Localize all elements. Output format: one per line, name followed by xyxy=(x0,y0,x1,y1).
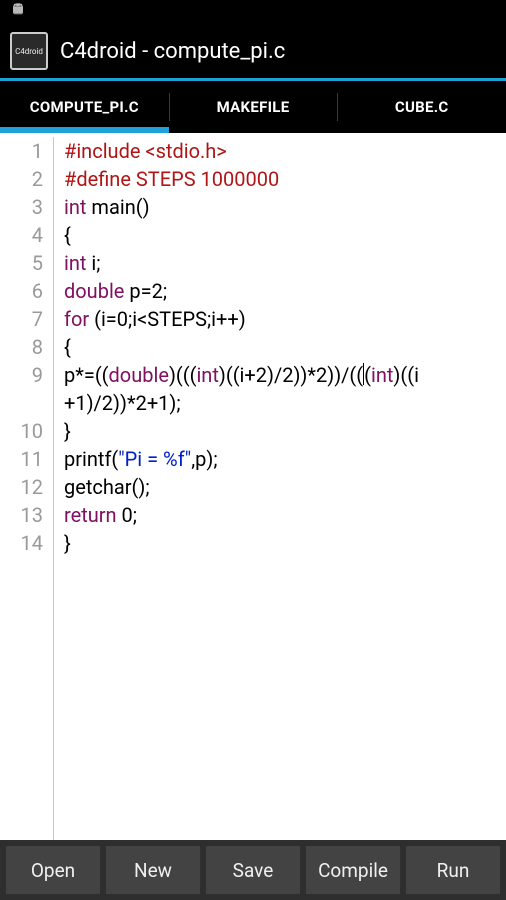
code-line[interactable]: { xyxy=(64,221,506,249)
line-number: 7 xyxy=(0,305,43,333)
line-number-gutter: 123456789 1011121314 xyxy=(0,137,54,840)
line-number: 2 xyxy=(0,165,43,193)
code-token: i; xyxy=(86,251,100,275)
save-button[interactable]: Save xyxy=(206,846,300,894)
line-number: 6 xyxy=(0,277,43,305)
code-token: p=2; xyxy=(124,279,167,303)
code-line[interactable]: #include <stdio.h> xyxy=(64,137,506,165)
code-token: ,p); xyxy=(191,447,217,471)
string-token: "Pi = %f" xyxy=(118,447,191,471)
code-token: getchar(); xyxy=(64,475,150,499)
keyword-token: double xyxy=(109,363,169,387)
code-line[interactable]: p*=((double)(((int)((i+2)/2))*2))/(((int… xyxy=(64,361,506,389)
app-icon: C4droid xyxy=(10,32,48,70)
keyword-token: for xyxy=(64,307,89,331)
code-line[interactable]: int main() xyxy=(64,193,506,221)
line-number: 11 xyxy=(0,445,43,473)
code-editor[interactable]: 123456789 1011121314 #include <stdio.h>#… xyxy=(0,133,506,840)
keyword-token: double xyxy=(64,279,124,303)
keyword-token: int xyxy=(64,251,86,275)
code-line[interactable]: getchar(); xyxy=(64,473,506,501)
code-token: printf( xyxy=(64,447,118,471)
code-token: )((( xyxy=(169,363,197,387)
keyword-token: return xyxy=(64,503,117,527)
line-number: 8 xyxy=(0,333,43,361)
line-number: 1 xyxy=(0,137,43,165)
code-token: 0; xyxy=(117,503,137,527)
code-token: ( xyxy=(364,363,371,387)
keyword-token: int xyxy=(371,363,393,387)
title-bar: C4droid C4droid - compute_pi.c xyxy=(0,24,506,78)
code-token: { xyxy=(64,223,71,247)
tab-bar: COMPUTE_PI.CMAKEFILECUBE.C xyxy=(0,81,506,133)
code-line[interactable]: #define STEPS 1000000 xyxy=(64,165,506,193)
code-token: (i=0;i<STEPS;i++) xyxy=(89,307,246,331)
code-line[interactable]: } xyxy=(64,529,506,557)
code-line[interactable]: printf("Pi = %f",p); xyxy=(64,445,506,473)
line-number: 3 xyxy=(0,193,43,221)
code-line[interactable]: } xyxy=(64,417,506,445)
line-number: 10 xyxy=(0,417,43,445)
line-number xyxy=(0,389,43,417)
code-token: )((i xyxy=(393,363,419,387)
code-token: )((i+2)/2))*2))/(( xyxy=(219,363,363,387)
keyword-token: int xyxy=(64,195,86,219)
preproc-token: #include <stdio.h> xyxy=(64,139,227,163)
keyword-token: int xyxy=(196,363,218,387)
preproc-token: #define STEPS 1000000 xyxy=(64,167,279,191)
bottom-toolbar: OpenNewSaveCompileRun xyxy=(0,840,506,900)
code-area[interactable]: #include <stdio.h>#define STEPS 1000000i… xyxy=(54,137,506,840)
code-token: } xyxy=(64,419,71,443)
tab-compute-pi-c[interactable]: COMPUTE_PI.C xyxy=(0,81,169,133)
code-line[interactable]: for (i=0;i<STEPS;i++) xyxy=(64,305,506,333)
line-number: 4 xyxy=(0,221,43,249)
line-number: 9 xyxy=(0,361,43,389)
line-number: 12 xyxy=(0,473,43,501)
line-number: 5 xyxy=(0,249,43,277)
code-token: p*=(( xyxy=(64,363,109,387)
tab-makefile[interactable]: MAKEFILE xyxy=(169,81,338,133)
code-line[interactable]: double p=2; xyxy=(64,277,506,305)
code-token: { xyxy=(64,335,71,359)
code-token: main() xyxy=(86,195,149,219)
code-token: } xyxy=(64,531,71,555)
run-button[interactable]: Run xyxy=(406,846,500,894)
app-title: C4droid - compute_pi.c xyxy=(60,39,285,64)
code-token: +1)/2))*2+1); xyxy=(64,391,181,415)
code-line[interactable]: return 0; xyxy=(64,501,506,529)
line-number: 13 xyxy=(0,501,43,529)
new-button[interactable]: New xyxy=(106,846,200,894)
line-number: 14 xyxy=(0,529,43,557)
open-button[interactable]: Open xyxy=(6,846,100,894)
android-icon xyxy=(8,1,28,23)
app-icon-label: C4droid xyxy=(15,47,43,56)
status-bar xyxy=(0,0,506,24)
compile-button[interactable]: Compile xyxy=(306,846,400,894)
code-line[interactable]: int i; xyxy=(64,249,506,277)
code-line[interactable]: +1)/2))*2+1); xyxy=(64,389,506,417)
tab-cube-c[interactable]: CUBE.C xyxy=(337,81,506,133)
code-line[interactable]: { xyxy=(64,333,506,361)
